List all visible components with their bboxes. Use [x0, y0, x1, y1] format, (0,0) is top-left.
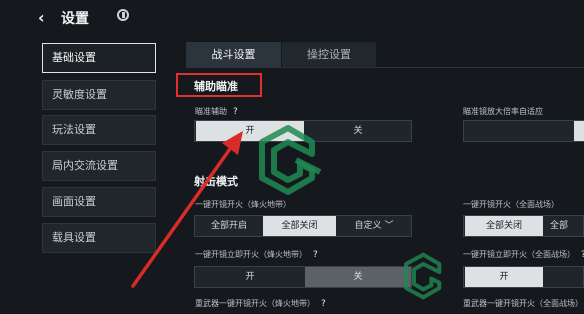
scope-fire-custom[interactable]: 自定义 ﹀	[337, 216, 411, 236]
back-button[interactable]: ‹	[38, 8, 45, 27]
scope-fire-selector[interactable]: 全部开启 全部关闭 自定义 ﹀	[194, 215, 412, 237]
aim-assist-toggle[interactable]: 开 关	[194, 120, 412, 142]
help-icon[interactable]: ?	[313, 250, 318, 260]
scope-fire-right-all[interactable]: 全部	[544, 216, 584, 236]
aim-assist-off-option[interactable]: 关	[305, 121, 411, 141]
sidebar-item-sensitivity[interactable]: 灵敏度设置	[42, 80, 156, 110]
sidebar-item-basic[interactable]: 基础设置	[42, 43, 156, 73]
highlight-box	[176, 73, 262, 97]
aim-assist-on-option[interactable]: 开	[196, 121, 304, 141]
sidebar-item-graphics[interactable]: 画面设置	[42, 187, 156, 217]
sidebar-item-label: 灵敏度设置	[52, 88, 107, 101]
sidebar-item-label: 玩法设置	[52, 123, 96, 136]
scope-fire-right-label: 一键开镜开火（全面战场）	[463, 200, 559, 209]
page-title: 设置	[61, 11, 89, 27]
instant-fire-toggle[interactable]: 开 关	[194, 266, 412, 288]
heavy-fire-right-label-text: 重武器一键开镜开火（全面战场）	[463, 299, 583, 308]
help-icon[interactable]: ?	[321, 299, 326, 309]
tab-combat-settings[interactable]: 战斗设置	[186, 42, 281, 67]
scope-fire-label: 一键开镜开火（烽火地带）	[195, 200, 291, 209]
scope-adaptive-toggle[interactable]	[463, 120, 584, 142]
heavy-fire-right-label: 重武器一键开镜开火（全面战场）?	[463, 298, 584, 309]
instant-fire-right-toggle[interactable]: 开	[463, 266, 584, 288]
sidebar-item-label: 载具设置	[52, 231, 96, 244]
sidebar-item-label: 基础设置	[52, 51, 96, 64]
instant-fire-off-option[interactable]: 关	[305, 267, 411, 287]
eye-icon[interactable]	[117, 9, 129, 21]
scope-fire-right-selector[interactable]: 全部关闭 全部	[463, 215, 584, 237]
top-bar: ‹ 设置	[0, 0, 584, 34]
scope-fire-right-all-off[interactable]: 全部关闭	[465, 216, 543, 236]
sidebar-item-label: 局内交流设置	[52, 159, 118, 172]
chevron-down-icon: ﹀	[384, 221, 394, 231]
sidebar-item-communication[interactable]: 局内交流设置	[42, 151, 156, 181]
scope-adaptive-label: 瞄准镜放大倍率自适应	[463, 107, 543, 116]
sidebar-item-label: 画面设置	[52, 195, 96, 208]
instant-fire-label: 一键开镜立即开火（烽火地带）?	[195, 249, 318, 260]
instant-fire-label-text: 一键开镜立即开火（烽火地带）	[195, 250, 307, 259]
scope-fire-all-off[interactable]: 全部关闭	[263, 216, 336, 236]
help-icon[interactable]: ?	[233, 107, 238, 117]
scope-fire-all-on[interactable]: 全部开启	[196, 216, 262, 236]
sidebar-item-vehicle[interactable]: 载具设置	[42, 223, 156, 253]
tab-control-settings[interactable]: 操控设置	[282, 42, 376, 67]
sidebar-item-gameplay[interactable]: 玩法设置	[42, 115, 156, 145]
instant-fire-right-on-option[interactable]: 开	[465, 267, 543, 287]
tab-divider	[186, 67, 584, 68]
instant-fire-right-label-text: 一键开镜立即开火（全面战场）	[463, 250, 575, 259]
instant-fire-right-label: 一键开镜立即开火（全面战场）?	[463, 249, 584, 260]
instant-fire-on-option[interactable]: 开	[196, 267, 304, 287]
aim-assist-label: 瞄准辅助?	[195, 106, 238, 117]
scope-fire-custom-label: 自定义	[354, 221, 382, 231]
heavy-fire-label: 重武器一键开镜开火（烽火地带）?	[195, 298, 326, 309]
aim-assist-label-text: 瞄准辅助	[195, 107, 227, 116]
scope-adaptive-on-option[interactable]	[574, 121, 584, 141]
heavy-fire-label-text: 重武器一键开镜开火（烽火地带）	[195, 299, 315, 308]
section-title-fire-mode: 射击模式	[194, 175, 238, 188]
